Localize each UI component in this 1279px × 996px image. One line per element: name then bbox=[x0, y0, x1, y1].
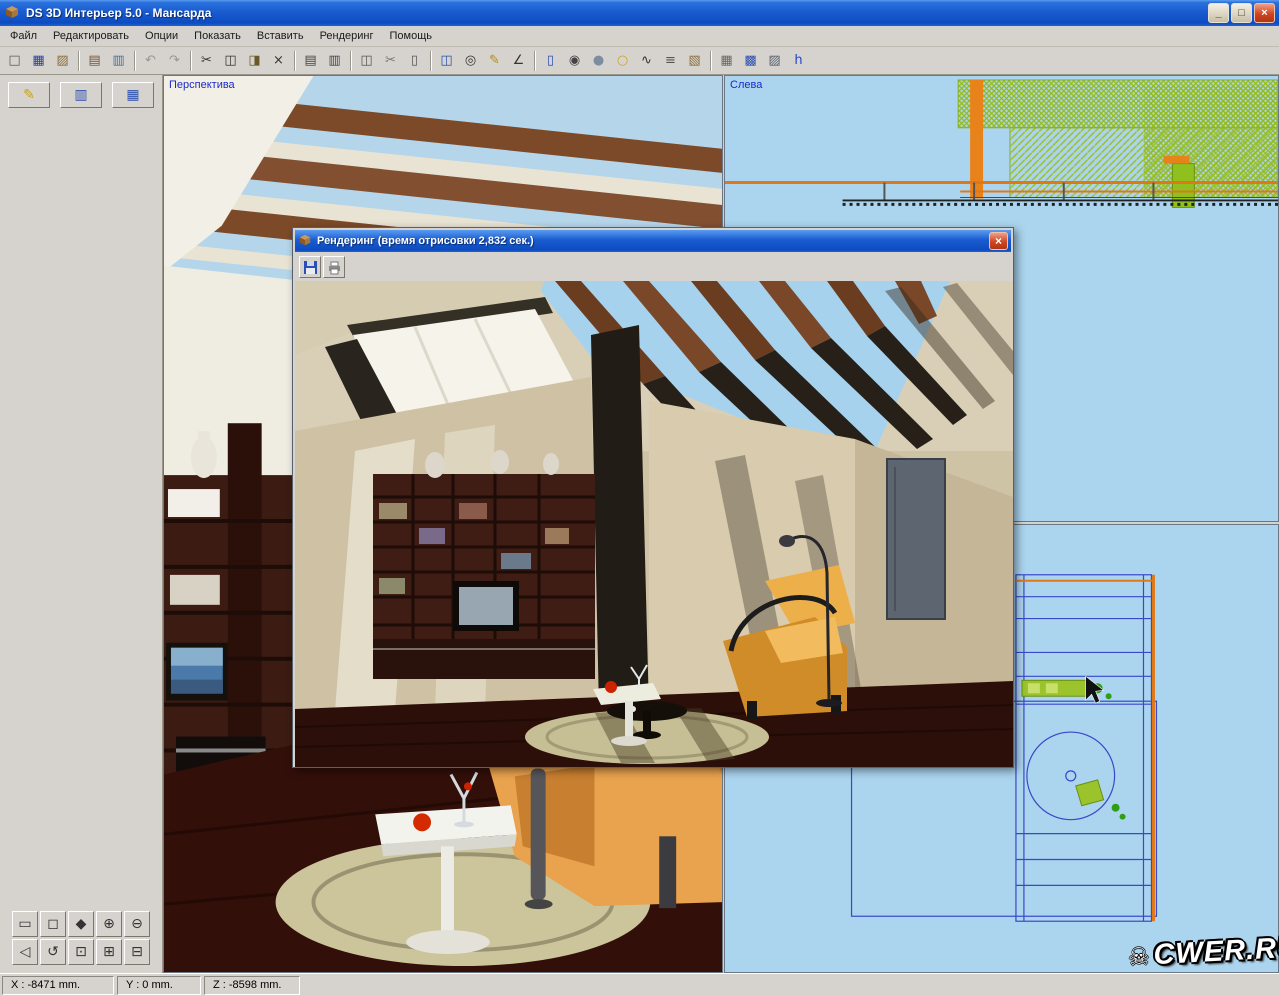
delete-icon[interactable]: × bbox=[267, 50, 290, 72]
app-icon bbox=[4, 4, 20, 23]
toolbar-separator bbox=[430, 51, 432, 71]
render-dialog: Рендеринг (время отрисовки 2,832 сек.) × bbox=[292, 227, 1014, 768]
save-icon[interactable]: ▦ bbox=[27, 50, 50, 72]
render-dialog-titlebar[interactable]: Рендеринг (время отрисовки 2,832 сек.) × bbox=[295, 230, 1011, 252]
rotate-view-button[interactable]: ↺ bbox=[40, 939, 66, 965]
split-view-icon[interactable]: ◫ bbox=[435, 50, 458, 72]
menu-show[interactable]: Показать bbox=[186, 27, 249, 45]
undo-icon[interactable]: ↶ bbox=[139, 50, 162, 72]
draw-icon[interactable]: ✎ bbox=[483, 50, 506, 72]
minimize-button[interactable]: _ bbox=[1208, 3, 1229, 23]
spline-icon[interactable]: ∿ bbox=[635, 50, 658, 72]
duplicate-icon[interactable]: ◫ bbox=[355, 50, 378, 72]
rendered-image-container bbox=[295, 281, 1013, 767]
snapshot-icon[interactable]: ◉ bbox=[563, 50, 586, 72]
cutter-tool-button[interactable]: ✎ bbox=[8, 82, 50, 108]
paste-icon[interactable]: ◨ bbox=[243, 50, 266, 72]
render-dialog-toolbar bbox=[295, 254, 1011, 280]
status-x-coordinate: X : -8471 mm. bbox=[2, 976, 114, 995]
status-y-coordinate: Y : 0 mm. bbox=[117, 976, 201, 995]
left-panel: ✎ ▥ ▦ ▭ ◻ ◆ ⊕ ⊖ ◁ ↺ ⊡ ⊞ ⊟ bbox=[0, 75, 163, 973]
open-icon[interactable]: ▨ bbox=[51, 50, 74, 72]
redo-icon[interactable]: ↷ bbox=[163, 50, 186, 72]
measure-icon[interactable]: ∠ bbox=[507, 50, 530, 72]
zoom-all-button[interactable]: ⊟ bbox=[124, 939, 150, 965]
toolbar-separator bbox=[78, 51, 80, 71]
crop-icon[interactable]: ✂ bbox=[379, 50, 402, 72]
zoom-extents-button[interactable]: ⊞ bbox=[96, 939, 122, 965]
print-preview-icon[interactable]: ▥ bbox=[323, 50, 346, 72]
watermark-text: CWER.RU bbox=[1153, 932, 1279, 973]
lamp-icon[interactable]: ○ bbox=[611, 50, 634, 72]
cut-icon[interactable]: ✂ bbox=[195, 50, 218, 72]
copy-icon[interactable]: ◫ bbox=[219, 50, 242, 72]
texture-icon[interactable]: ▨ bbox=[763, 50, 786, 72]
print-icon[interactable]: ▤ bbox=[299, 50, 322, 72]
elevation-tool-button[interactable]: ▥ bbox=[60, 82, 102, 108]
close-button[interactable]: × bbox=[1254, 3, 1275, 23]
application-window: DS 3D Интерьер 5.0 - Мансарда _ □ × Файл… bbox=[0, 0, 1279, 996]
material-sphere-icon[interactable]: ● bbox=[587, 50, 610, 72]
zoom-select-button[interactable]: ◻ bbox=[40, 911, 66, 937]
zoom-tool-palette: ▭ ◻ ◆ ⊕ ⊖ ◁ ↺ ⊡ ⊞ ⊟ bbox=[12, 911, 154, 965]
render-dialog-icon bbox=[298, 233, 312, 250]
zoom-out-button[interactable]: ⊖ bbox=[124, 911, 150, 937]
render-dialog-close-button[interactable]: × bbox=[989, 232, 1008, 250]
window-title: DS 3D Интерьер 5.0 - Мансарда bbox=[26, 6, 1206, 20]
menu-help[interactable]: Помощь bbox=[382, 27, 441, 45]
left-view-viewport-label: Слева bbox=[730, 79, 762, 91]
camera-icon[interactable]: ◎ bbox=[459, 50, 482, 72]
stairs-icon[interactable]: ≡ bbox=[659, 50, 682, 72]
menubar: Файл Редактировать Опции Показать Встави… bbox=[0, 26, 1279, 47]
toolbar-separator bbox=[294, 51, 296, 71]
perspective-viewport-label: Перспектива bbox=[169, 79, 235, 91]
menu-options[interactable]: Опции bbox=[137, 27, 186, 45]
previous-view-button[interactable]: ◁ bbox=[12, 939, 38, 965]
toolbar-separator bbox=[534, 51, 536, 71]
menu-render[interactable]: Рендеринг bbox=[312, 27, 382, 45]
grid-icon[interactable]: ▦ bbox=[715, 50, 738, 72]
titlebar: DS 3D Интерьер 5.0 - Мансарда _ □ × bbox=[0, 0, 1279, 26]
render-dialog-title: Рендеринг (время отрисовки 2,832 сек.) bbox=[317, 235, 989, 247]
grid-3d-icon[interactable]: ▩ bbox=[739, 50, 762, 72]
statusbar: X : -8471 mm. Y : 0 mm. Z : -8598 mm. bbox=[0, 973, 1279, 996]
toolbar-separator bbox=[710, 51, 712, 71]
print-render-icon[interactable] bbox=[323, 256, 345, 278]
side-tools: ✎ ▥ ▦ bbox=[8, 82, 154, 108]
main-toolbar: □ ▦ ▨ ▤ ▥ ↶ ↷ ✂ ◫ ◨ × ▤ ▥ ◫ ✂ ▯ ◫ ◎ ✎ ∠ … bbox=[0, 47, 1279, 75]
plan-tool-button[interactable]: ▦ bbox=[112, 82, 154, 108]
menu-file[interactable]: Файл bbox=[2, 27, 45, 45]
maximize-button[interactable]: □ bbox=[1231, 3, 1252, 23]
toolbar-separator bbox=[190, 51, 192, 71]
panel-icon[interactable]: ▯ bbox=[539, 50, 562, 72]
rendered-image bbox=[295, 281, 1013, 767]
pan-button[interactable]: ◆ bbox=[68, 911, 94, 937]
menu-insert[interactable]: Вставить bbox=[249, 27, 312, 45]
zoom-window-button[interactable]: ▭ bbox=[12, 911, 38, 937]
text-tool-icon[interactable]: h bbox=[787, 50, 810, 72]
import-object-icon[interactable]: ▤ bbox=[83, 50, 106, 72]
menu-edit[interactable]: Редактировать bbox=[45, 27, 137, 45]
zoom-in-button[interactable]: ⊕ bbox=[96, 911, 122, 937]
status-z-coordinate: Z : -8598 mm. bbox=[204, 976, 300, 995]
toolbar-separator bbox=[134, 51, 136, 71]
new-document-icon[interactable]: □ bbox=[3, 50, 26, 72]
skull-icon: ☠ bbox=[1127, 942, 1150, 971]
clipboard-icon[interactable]: ▧ bbox=[683, 50, 706, 72]
save-render-icon[interactable] bbox=[299, 256, 321, 278]
page-setup-icon[interactable]: ▯ bbox=[403, 50, 426, 72]
zoom-object-button[interactable]: ⊡ bbox=[68, 939, 94, 965]
export-image-icon[interactable]: ▥ bbox=[107, 50, 130, 72]
toolbar-separator bbox=[350, 51, 352, 71]
